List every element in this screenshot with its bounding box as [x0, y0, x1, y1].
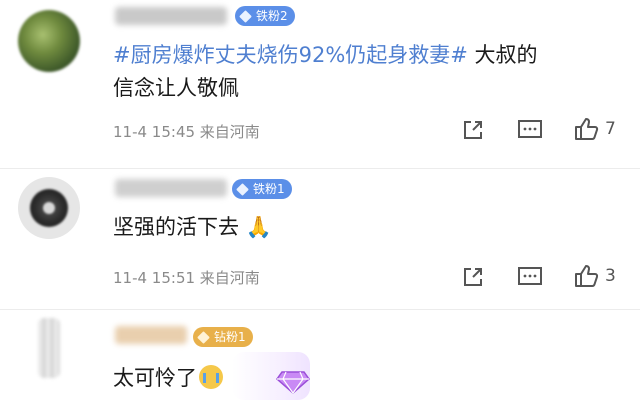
diamond-icon: [197, 330, 210, 344]
comment-item-3[interactable]: 钻粉1 太可怜了: [0, 310, 640, 417]
share-button[interactable]: [461, 118, 485, 142]
share-icon: [464, 121, 482, 139]
comment-text: #厨房爆炸丈夫烧伤92%仍起身救妻# 大叔的: [113, 39, 538, 72]
diamond-sticker-icon: [276, 371, 310, 394]
fan-badge-label: 铁粉2: [256, 9, 288, 23]
like-count: 7: [605, 119, 616, 139]
comment-button[interactable]: [517, 265, 543, 289]
like-icon: [575, 118, 599, 140]
avatar[interactable]: [18, 177, 80, 239]
comment-meta: 11-4 15:51 来自河南: [113, 269, 260, 287]
share-icon: [464, 268, 482, 286]
comment-text-body: 坚强的活下去: [113, 215, 239, 239]
username-blurred[interactable]: [115, 179, 227, 197]
pray-emoji: 🙏: [245, 215, 272, 239]
comment-text: 坚强的活下去 🙏: [113, 211, 272, 244]
comment-text-line1-tail: 大叔的: [467, 43, 538, 67]
like-button[interactable]: 7: [573, 116, 616, 142]
username-blurred[interactable]: [115, 326, 187, 344]
comment-icon: [518, 267, 542, 285]
comment-item-2[interactable]: 铁粉1 坚强的活下去 🙏 11-4 15:51 来自河南 3: [0, 169, 640, 309]
like-button[interactable]: 3: [573, 263, 616, 289]
comment-text-line2: 信念让人敬佩: [113, 76, 239, 100]
comment-text: 太可怜了: [113, 362, 223, 395]
topic-link[interactable]: #厨房爆炸丈夫烧伤92%仍起身救妻#: [113, 43, 468, 67]
comment-meta: 11-4 15:45 来自河南: [113, 123, 260, 141]
avatar[interactable]: [38, 318, 60, 378]
crying-emoji: [199, 365, 223, 389]
comment-item-1[interactable]: 铁粉2 #厨房爆炸丈夫烧伤92%仍起身救妻# 大叔的 信念让人敬佩 11-4 1…: [0, 0, 640, 165]
diamond-icon: [239, 9, 252, 23]
share-button[interactable]: [461, 265, 485, 289]
fan-badge-label: 钻粉1: [214, 330, 246, 344]
comment-text-body: 太可怜了: [113, 366, 197, 390]
comment-button[interactable]: [517, 118, 543, 142]
comment-icon: [518, 120, 542, 138]
username-blurred[interactable]: [115, 7, 227, 25]
fan-badge[interactable]: 铁粉2: [235, 6, 295, 26]
diamond-icon: [236, 182, 249, 196]
like-count: 3: [605, 266, 616, 286]
fan-badge[interactable]: 钻粉1: [193, 327, 253, 347]
avatar[interactable]: [18, 10, 80, 72]
fan-badge-label: 铁粉1: [253, 182, 285, 196]
fan-badge[interactable]: 铁粉1: [232, 179, 292, 199]
like-icon: [575, 265, 599, 287]
